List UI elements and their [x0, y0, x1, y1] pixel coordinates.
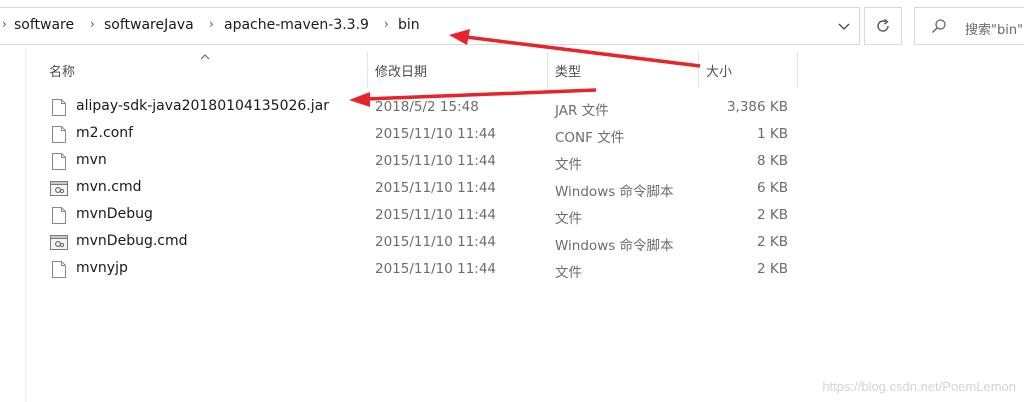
- file-date: 2015/11/10 11:44: [375, 261, 497, 277]
- file-name: mvnDebug: [76, 206, 153, 222]
- file-type: JAR 文件: [555, 103, 609, 119]
- file-icon: [52, 261, 66, 278]
- file-name: mvn: [76, 152, 107, 168]
- column-header-date[interactable]: 修改日期: [375, 61, 427, 80]
- cmd-script-icon: [50, 234, 68, 251]
- file-name: mvnDebug.cmd: [76, 233, 188, 249]
- search-placeholder: 搜索"bin": [965, 23, 1024, 38]
- file-name: m2.conf: [76, 125, 134, 141]
- file-size: 3,386 KB: [726, 99, 788, 115]
- file-size: 2 KB: [757, 207, 788, 223]
- file-size: 8 KB: [757, 153, 788, 169]
- file-type: Windows 命令脚本: [555, 184, 674, 200]
- breadcrumb-separator: ›: [2, 17, 7, 31]
- breadcrumb-apache-maven[interactable]: apache-maven-3.3.9: [224, 17, 369, 33]
- file-icon: [52, 207, 66, 224]
- file-type: 文件: [555, 265, 582, 281]
- refresh-button[interactable]: [864, 7, 902, 45]
- file-row[interactable]: mvn.cmd 2015/11/10 11:44 Windows 命令脚本 6 …: [40, 175, 800, 202]
- breadcrumb-bin[interactable]: bin: [398, 17, 420, 33]
- navigation-pane-edge: [25, 48, 26, 402]
- file-row[interactable]: mvnDebug.cmd 2015/11/10 11:44 Windows 命令…: [40, 229, 800, 256]
- file-size: 2 KB: [757, 261, 788, 277]
- file-date: 2015/11/10 11:44: [375, 207, 497, 223]
- breadcrumb-separator[interactable]: ›: [209, 17, 214, 31]
- file-date: 2015/11/10 11:44: [375, 180, 497, 196]
- column-header-row: 名称 修改日期 类型 大小: [0, 48, 1024, 92]
- file-name: mvn.cmd: [76, 179, 142, 195]
- breadcrumb-separator[interactable]: ›: [384, 17, 389, 31]
- file-type: 文件: [555, 157, 582, 173]
- column-header-name[interactable]: 名称: [49, 61, 75, 80]
- file-row[interactable]: mvnyjp 2015/11/10 11:44 文件 2 KB: [40, 256, 800, 283]
- file-date: 2015/11/10 11:44: [375, 234, 497, 250]
- file-row[interactable]: m2.conf 2015/11/10 11:44 CONF 文件 1 KB: [40, 121, 800, 148]
- file-name: alipay-sdk-java20180104135026.jar: [76, 98, 329, 114]
- refresh-icon: [877, 18, 889, 32]
- file-size: 1 KB: [757, 126, 788, 142]
- column-divider[interactable]: [797, 52, 798, 88]
- column-header-size[interactable]: 大小: [706, 61, 732, 80]
- watermark: https://blog.csdn.net/PoemLemon: [822, 379, 1016, 394]
- column-divider[interactable]: [547, 52, 548, 88]
- column-divider[interactable]: [698, 52, 699, 88]
- file-type: 文件: [555, 211, 582, 227]
- search-box[interactable]: 搜索"bin": [914, 7, 1024, 45]
- file-icon: [52, 126, 66, 143]
- search-icon: [931, 18, 947, 38]
- breadcrumb-software[interactable]: software: [14, 17, 74, 33]
- breadcrumb-separator[interactable]: ›: [90, 17, 95, 31]
- file-size: 2 KB: [757, 234, 788, 250]
- file-date: 2015/11/10 11:44: [375, 126, 497, 142]
- column-header-type[interactable]: 类型: [555, 61, 581, 80]
- cmd-script-icon: [50, 180, 68, 197]
- sort-ascending-icon: [200, 52, 210, 63]
- file-row[interactable]: mvn 2015/11/10 11:44 文件 8 KB: [40, 148, 800, 175]
- breadcrumb-softwarejava[interactable]: softwareJava: [104, 17, 194, 33]
- file-row[interactable]: mvnDebug 2015/11/10 11:44 文件 2 KB: [40, 202, 800, 229]
- file-date: 2015/11/10 11:44: [375, 153, 497, 169]
- chevron-down-icon[interactable]: [834, 17, 854, 37]
- file-icon: [52, 153, 66, 170]
- file-date: 2018/5/2 15:48: [375, 99, 479, 115]
- file-size: 6 KB: [757, 180, 788, 196]
- file-type: CONF 文件: [555, 130, 625, 146]
- column-divider[interactable]: [367, 52, 368, 88]
- file-icon: [52, 99, 66, 116]
- file-name: mvnyjp: [76, 260, 128, 276]
- file-type: Windows 命令脚本: [555, 238, 674, 254]
- address-bar[interactable]: › software › softwareJava › apache-maven…: [0, 7, 860, 45]
- file-row[interactable]: alipay-sdk-java20180104135026.jar 2018/5…: [40, 94, 800, 121]
- navigation-bar: › software › softwareJava › apache-maven…: [0, 0, 1024, 48]
